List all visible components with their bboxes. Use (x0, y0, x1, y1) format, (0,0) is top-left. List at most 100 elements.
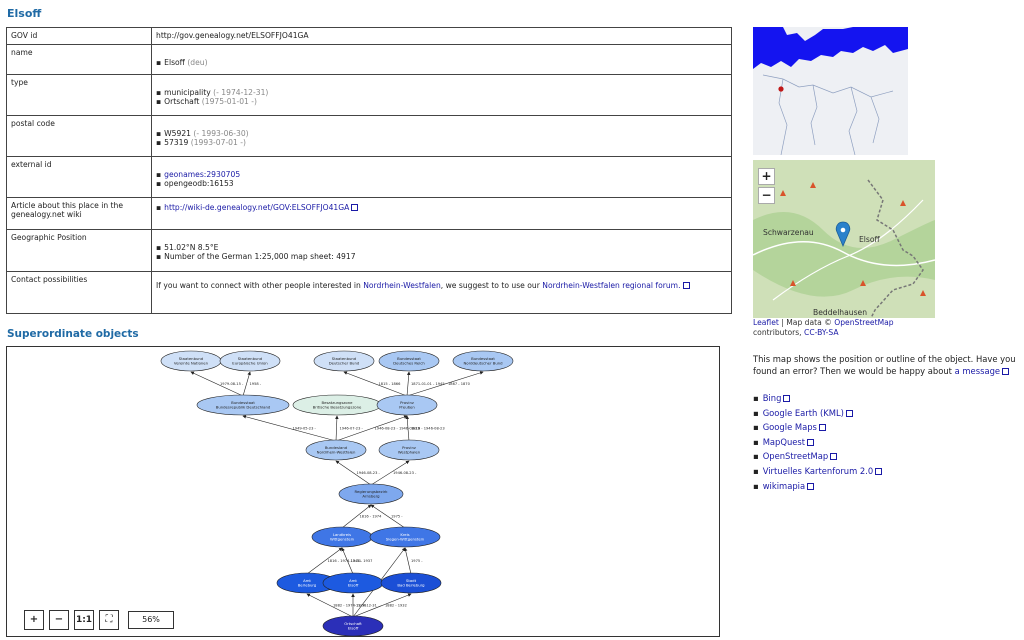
list-item: 57319 (1993-07-01 -) (156, 138, 727, 147)
row-label: Contact possibilities (6, 271, 152, 314)
map-label: Elsoff (859, 235, 880, 244)
table-row: postal code W5921 (- 1993-06-30) 57319 (… (6, 115, 732, 157)
node-label: Bad Berleburg (397, 583, 425, 588)
table-row: type municipality (- 1974-12-31) Ortscha… (6, 74, 732, 116)
edge-label: 1816 - 1974 (360, 515, 383, 519)
edge-label: 1946-08-23 - (393, 471, 417, 475)
table-row: name Elsoff (deu) (6, 44, 732, 75)
node-label: Wittgenstein (330, 537, 355, 542)
external-link-icon (682, 282, 690, 289)
list-item: Ortschaft (1975-01-01 -) (156, 97, 727, 106)
google-maps-link[interactable]: Google Maps (763, 422, 817, 432)
edge-label: 1975 - (391, 515, 403, 519)
node-label: Vereinte Nationen (174, 361, 209, 366)
wiki-link[interactable]: http://wiki-de.genealogy.net/GOV:ELSOFFJ… (164, 203, 349, 212)
list-item: Number of the German 1:25,000 map sheet:… (156, 252, 727, 261)
node-label: Elsoff (348, 583, 359, 588)
info-table: GOV id http://gov.genealogy.net/ELSOFFJO… (6, 27, 732, 314)
license-link[interactable]: CC-BY-SA (804, 328, 839, 337)
table-row: external id geonames:2930705 opengeodb:1… (6, 156, 732, 198)
list-item: Elsoff (deu) (156, 58, 727, 67)
mapquest-link[interactable]: MapQuest (763, 437, 805, 447)
row-label: external id (6, 156, 152, 198)
node-label: Nordrhein-Westfalen (317, 450, 356, 455)
table-row: Article about this place in the genealog… (6, 197, 732, 230)
geonames-link[interactable]: geonames:2930705 (164, 170, 240, 179)
section-title: Superordinate objects (7, 328, 139, 340)
zoom-in-button[interactable]: + (24, 610, 44, 630)
list-item: municipality (- 1974-12-31) (156, 88, 727, 97)
row-label: name (6, 44, 152, 75)
edge-label: 1975 - (411, 559, 423, 563)
list-item: Google Earth (KML) (753, 406, 882, 421)
openstreetmap-link[interactable]: OpenStreetMap (763, 451, 829, 461)
node-label: Deutscher Bund (329, 361, 360, 366)
graph-edge (335, 415, 339, 442)
graph-edge (242, 415, 337, 442)
map-attribution: Leaflet | Map data © OpenStreetMap contri… (753, 318, 894, 337)
list-item: wikimapia (753, 479, 882, 494)
list-item: Google Maps (753, 420, 882, 435)
wikimapia-link[interactable]: wikimapia (763, 481, 805, 491)
osm-link[interactable]: OpenStreetMap (834, 318, 893, 327)
list-item: Virtuelles Kartenforum 2.0 (753, 464, 883, 479)
list-item: Bing (753, 391, 882, 406)
external-link-icon (818, 424, 826, 432)
edge-label: 1946-08-23 - (357, 471, 381, 475)
external-link-icon (845, 409, 853, 417)
node-label: Europäische Union (232, 361, 268, 366)
location-map[interactable]: + − Schwarzenau Elsoff Beddelhausen (753, 160, 935, 318)
zoom-out-button[interactable]: − (49, 610, 69, 630)
location-map-image (753, 160, 935, 318)
edge-label: 1946-07-23 - (340, 427, 364, 431)
external-link-icon (830, 453, 838, 461)
node-label: Elsoff (348, 626, 359, 631)
list-item: W5921 (- 1993-06-30) (156, 129, 727, 138)
edge-label: 1949-05-23 - (293, 427, 317, 431)
leaflet-link[interactable]: Leaflet (753, 318, 779, 327)
region-link[interactable]: Nordrhein-Westfalen (363, 281, 441, 290)
bing-link[interactable]: Bing (763, 393, 782, 403)
list-item: opengeodb:16153 (156, 179, 727, 188)
table-row: Contact possibilities If you want to con… (6, 271, 732, 314)
contact-text: If you want to connect with other people… (151, 271, 732, 314)
zoom-reset-button[interactable]: 1:1 (74, 610, 94, 630)
node-label: Deutsches Reich (393, 361, 425, 366)
external-link-icon (875, 467, 883, 475)
external-link-icon (783, 395, 791, 402)
map-label: Schwarzenau (763, 228, 814, 237)
node-label: Siegen-Wittgenstein (386, 537, 425, 542)
row-label: postal code (6, 115, 152, 157)
node-label: Bundesrepublik Deutschland (216, 405, 271, 410)
edge-label: 1882 - 1932 (385, 604, 407, 608)
node-label: Preußen (399, 405, 415, 410)
edge-label: 1867 - 1870 (448, 382, 471, 386)
overview-map[interactable] (753, 27, 908, 155)
list-item: 51.02°N 8.5°E (156, 243, 727, 252)
edge-label: 1958 - (250, 382, 262, 386)
graph-edge (406, 371, 411, 397)
node-label: Westphalen (398, 450, 421, 455)
list-item: geonames:2930705 (156, 170, 727, 179)
superordinate-graph[interactable]: 1979-08-15 -1958 -1815 - 1866 1871-01-01 … (6, 346, 720, 637)
forum-link[interactable]: Nordrhein-Westfalen regional forum. (542, 281, 680, 290)
node-label: Norddeutscher Bund (463, 361, 503, 366)
fit-icon[interactable]: ⛶ (99, 610, 119, 630)
kartenforum-link[interactable]: Virtuelles Kartenforum 2.0 (763, 466, 874, 476)
google-earth-link[interactable]: Google Earth (KML) (763, 408, 844, 418)
edge-label: 1816 - 1946-08-23 (411, 427, 445, 431)
list-item: http://wiki-de.genealogy.net/GOV:ELSOFFJ… (156, 203, 727, 212)
map-note: This map shows the position or outline o… (753, 354, 1016, 376)
external-link-icon (807, 482, 815, 490)
zoom-level: 56% (128, 611, 174, 629)
table-row: Geographic Position 51.02°N 8.5°E Number… (6, 229, 732, 272)
page-title: Elsoff (7, 7, 42, 20)
external-link-icon (351, 204, 359, 211)
row-label: Geographic Position (6, 229, 152, 272)
message-link[interactable]: a message (955, 366, 1000, 376)
external-link-icon (807, 438, 815, 446)
row-label: Article about this place in the genealog… (6, 197, 152, 230)
node-label: Arnsberg (362, 494, 380, 499)
map-zoom-out-button[interactable]: − (758, 187, 775, 204)
map-zoom-in-button[interactable]: + (758, 168, 775, 185)
